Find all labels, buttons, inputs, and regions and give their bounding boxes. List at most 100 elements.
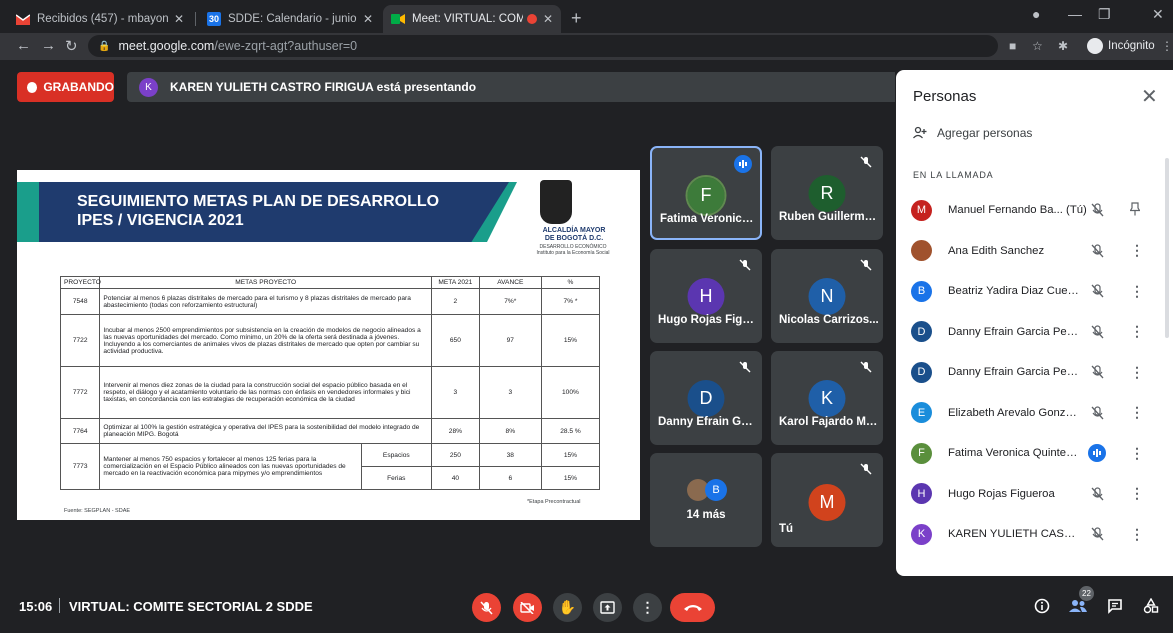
cell-meta: Incubar al menos 2500 emprendimientos po…: [99, 314, 433, 367]
table-row: 7772 Intervenir al menos diez zonas de l…: [59, 366, 601, 419]
participant-row[interactable]: F Fatima Veronica Quintero ... ⋮: [896, 433, 1164, 473]
participant-name: Karol Fajardo Ma...: [779, 416, 879, 428]
add-people-button[interactable]: Agregar personas: [913, 126, 1032, 140]
header-pct: %: [540, 276, 601, 289]
slide-note: *Etapa Precontractual: [527, 499, 581, 505]
avatar: N: [808, 278, 846, 315]
more-vert-icon[interactable]: ⋮: [1130, 364, 1144, 381]
camera-toggle-button[interactable]: [513, 593, 542, 622]
raise-hand-button[interactable]: ✋: [553, 593, 582, 622]
incognito-badge[interactable]: Incógnito: [1087, 38, 1155, 54]
activities-button[interactable]: [1140, 595, 1162, 617]
new-tab-button[interactable]: +: [571, 8, 582, 29]
more-vert-icon[interactable]: ⋮: [1130, 445, 1144, 462]
add-people-label: Agregar personas: [937, 126, 1033, 140]
participant-row[interactable]: M Manuel Fernando Ba... (Tú): [896, 190, 1164, 230]
star-icon[interactable]: ☆: [1032, 39, 1043, 53]
participant-tile[interactable]: R Ruben Guillermo ...: [771, 146, 883, 240]
maximize-icon[interactable]: ❐: [1098, 6, 1111, 23]
cell-meta2021: 40: [431, 466, 480, 490]
present-button[interactable]: [593, 593, 622, 622]
url-bar[interactable]: 🔒 meet.google.com/ewe-zqrt-agt?authuser=…: [88, 35, 998, 57]
header-metas: METAS PROYECTO: [99, 276, 433, 289]
pin-icon[interactable]: [1129, 201, 1141, 219]
participant-tile[interactable]: K Karol Fajardo Ma...: [771, 351, 883, 445]
participant-tile[interactable]: H Hugo Rojas Figu...: [650, 249, 762, 343]
extensions-icon[interactable]: ✱: [1058, 39, 1068, 53]
meeting-details-button[interactable]: [1031, 595, 1053, 617]
participant-name: Fatima Veronica Quintero ...: [948, 447, 1080, 459]
more-vert-icon: ⋮: [640, 599, 655, 615]
participant-row[interactable]: K KAREN YULIETH CASTRO ... ⋮: [896, 514, 1164, 554]
people-icon: [1069, 600, 1087, 612]
close-window-icon[interactable]: ✕: [1152, 6, 1164, 23]
tab-gmail[interactable]: Recibidos (457) - mbayona@desa... ✕: [8, 5, 192, 33]
participant-row[interactable]: E Elizabeth Arevalo Gonzalez ⋮: [896, 393, 1164, 433]
more-options-button[interactable]: ⋮: [633, 593, 662, 622]
close-tab-icon[interactable]: ✕: [363, 12, 373, 26]
divider: [59, 598, 60, 613]
participant-avatar: H: [911, 483, 932, 504]
forward-arrow-icon[interactable]: →: [41, 37, 56, 54]
participant-count-badge: 22: [1079, 586, 1094, 601]
more-vert-icon[interactable]: ⋮: [1130, 242, 1144, 259]
participant-tile[interactable]: D Danny Efrain Gar...: [650, 351, 762, 445]
participant-row[interactable]: D Danny Efrain Garcia Perd... ⋮: [896, 352, 1164, 392]
header-proyecto: PROYECTO: [59, 276, 101, 289]
tab-calendar[interactable]: 30 SDDE: Calendario - junio 2021 ✕: [199, 5, 381, 33]
mic-off-icon: [857, 460, 875, 478]
participant-avatar: B: [911, 280, 932, 302]
menu-dots-icon[interactable]: ⋮: [1161, 39, 1173, 53]
more-vert-icon[interactable]: ⋮: [1130, 404, 1144, 421]
more-vert-icon[interactable]: ⋮: [1130, 485, 1144, 502]
minimize-icon[interactable]: —: [1068, 6, 1082, 22]
mic-off-icon: [1088, 485, 1106, 503]
close-tab-icon[interactable]: ✕: [174, 12, 184, 26]
close-tab-icon[interactable]: ✕: [543, 12, 553, 26]
participant-name: Tú: [779, 523, 794, 535]
participant-row[interactable]: D Danny Efrain Garcia Perd... ⋮: [896, 312, 1164, 352]
presentation-slide: SEGUIMIENTO METAS PLAN DE DESARROLLO IPE…: [17, 170, 640, 520]
cell-meta: Intervenir al menos diez zonas de la ciu…: [99, 366, 433, 419]
panel-scrollbar[interactable]: [1165, 158, 1169, 338]
people-panel: Personas ✕ Agregar personas EN LA LLAMAD…: [896, 70, 1173, 576]
more-vert-icon[interactable]: ⋮: [1130, 283, 1144, 300]
more-participants-tile[interactable]: B 14 más: [650, 453, 762, 547]
cell-pct: 28.5 %: [540, 418, 601, 444]
mic-toggle-button[interactable]: [472, 593, 501, 622]
tab-meet[interactable]: Meet: VIRTUAL: COMITE SEC ✕: [383, 5, 561, 33]
recording-indicator-icon: [526, 14, 537, 24]
bogota-crest-icon: [540, 180, 572, 224]
browser-tab-bar: Recibidos (457) - mbayona@desa... ✕ 30 S…: [0, 0, 1173, 33]
participant-name: Hugo Rojas Figueroa: [948, 487, 1055, 500]
participant-row[interactable]: B Beatriz Yadira Diaz Cuervo ⋮: [896, 271, 1164, 311]
participant-tile[interactable]: N Nicolas Carrizos...: [771, 249, 883, 343]
slide-title: SEGUIMIENTO METAS PLAN DE DESARROLLO IPE…: [77, 192, 439, 230]
avatar: B: [705, 479, 727, 501]
chat-button[interactable]: [1104, 595, 1126, 617]
recording-dot-icon: [27, 81, 38, 93]
cell-avance: 6: [478, 466, 542, 490]
leave-call-button[interactable]: [670, 593, 715, 622]
more-vert-icon[interactable]: ⋮: [1130, 526, 1144, 543]
back-arrow-icon[interactable]: ←: [16, 37, 31, 54]
avatar: K: [808, 380, 846, 417]
table-header-row: PROYECTO METAS PROYECTO META 2021 AVANCE…: [59, 276, 601, 289]
cell-avance: 97: [478, 314, 542, 367]
chat-icon: [1108, 599, 1122, 614]
participant-row[interactable]: H Hugo Rojas Figueroa ⋮: [896, 474, 1164, 514]
cell-meta: Optimizar al 100% la gestión estratégica…: [99, 418, 433, 444]
close-icon[interactable]: ✕: [1141, 84, 1158, 109]
cell-pct: 15%: [540, 314, 601, 367]
participant-tile[interactable]: F Fatima Veronica ...: [650, 146, 762, 240]
more-vert-icon[interactable]: ⋮: [1130, 323, 1144, 340]
self-tile[interactable]: M Tú: [771, 453, 883, 547]
camera-icon[interactable]: ■: [1009, 39, 1016, 53]
participant-name: Ana Edith Sanchez: [948, 244, 1045, 257]
avatar: D: [687, 380, 725, 417]
profile-icon[interactable]: ●: [1032, 6, 1040, 22]
participant-row[interactable]: Ana Edith Sanchez ⋮: [896, 231, 1164, 271]
mic-off-icon: [736, 358, 754, 376]
reload-icon[interactable]: ↻: [65, 37, 78, 55]
mic-off-icon: [857, 153, 875, 171]
